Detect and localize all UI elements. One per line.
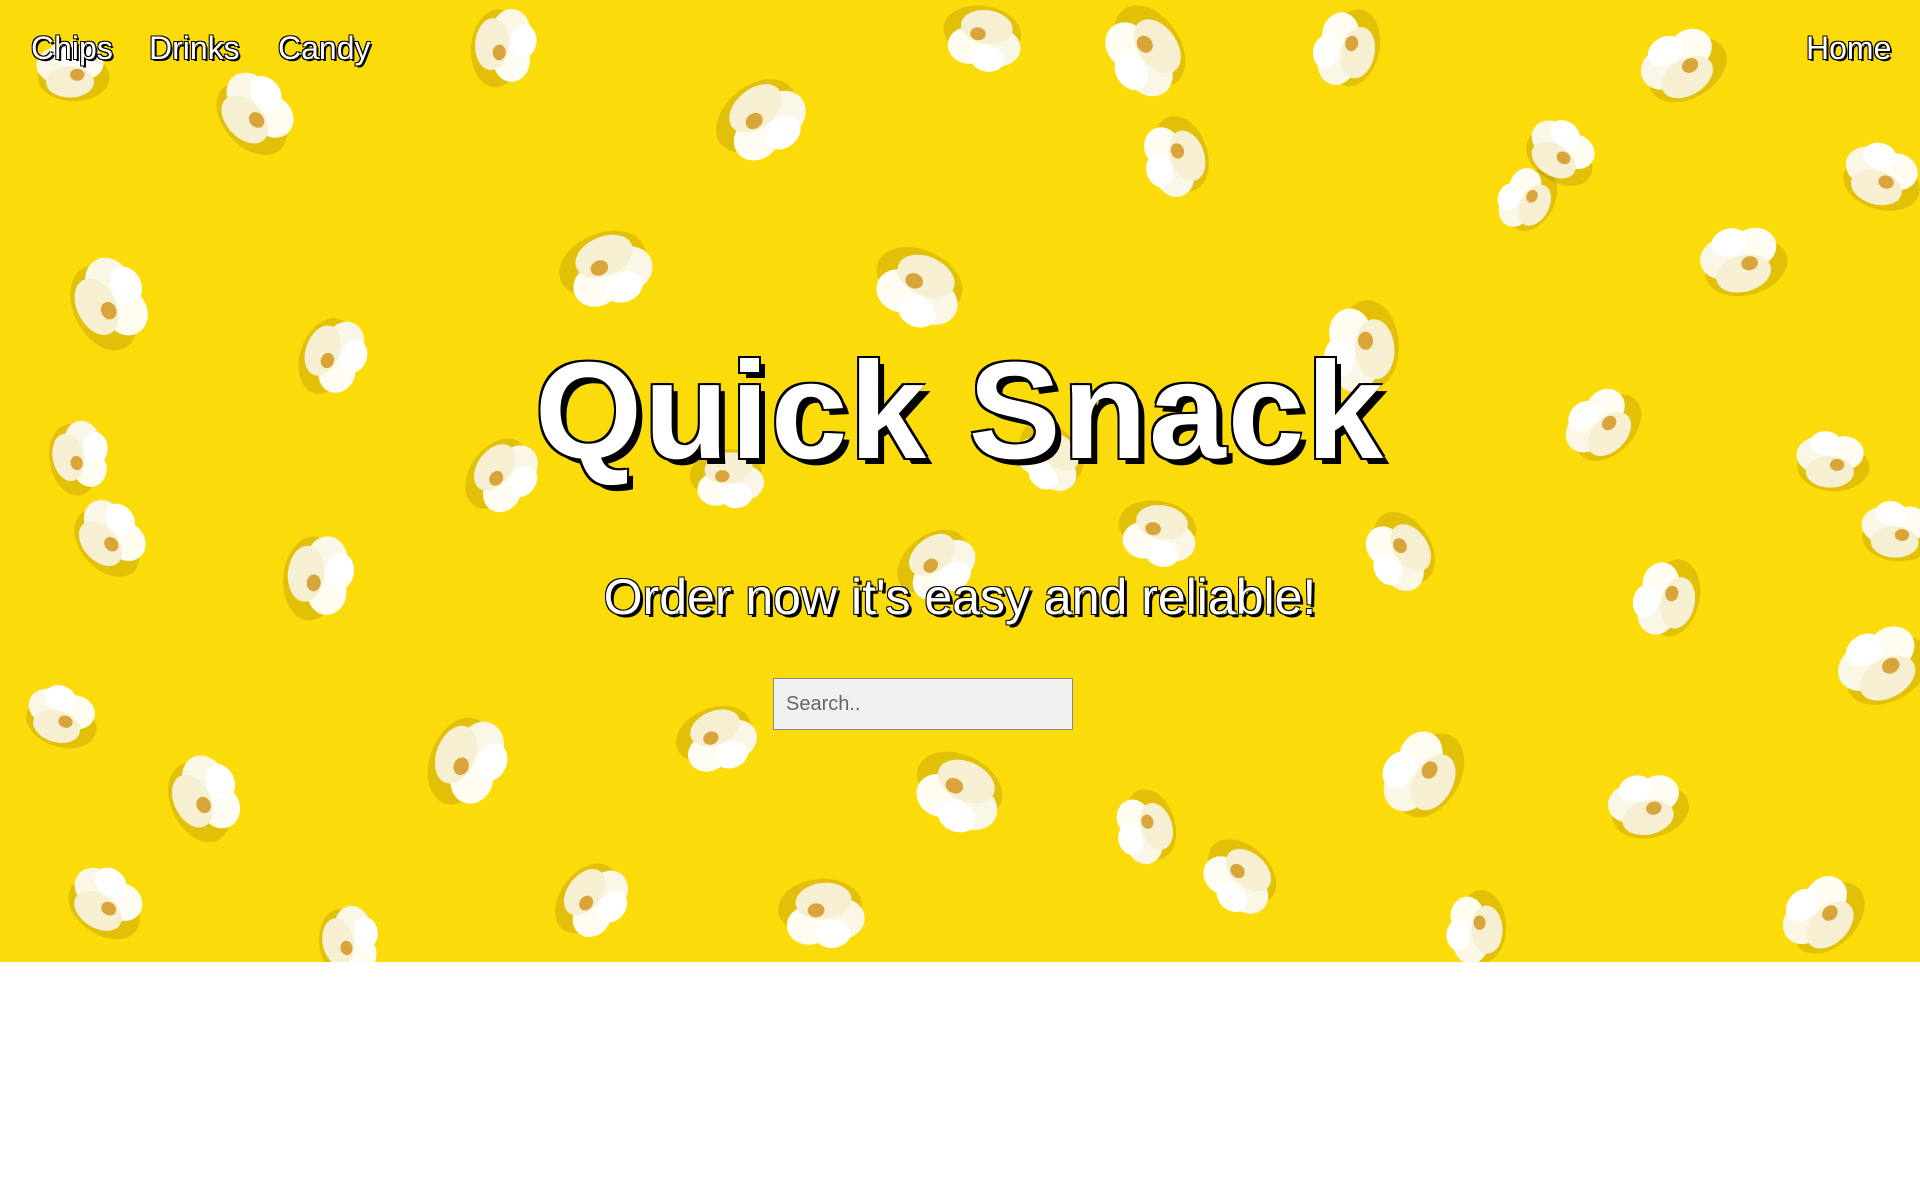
- page-title: Quick Snack: [534, 334, 1386, 488]
- page-content-area: [0, 962, 1920, 1200]
- popcorn-kernel: [1131, 108, 1219, 205]
- popcorn-kernel: [549, 217, 663, 323]
- popcorn-kernel: [1693, 215, 1795, 306]
- popcorn-kernel: [542, 850, 642, 954]
- popcorn-kernel: [1105, 782, 1186, 871]
- popcorn-kernel: [1112, 494, 1202, 572]
- popcorn-kernel: [18, 677, 107, 757]
- popcorn-kernel: [1368, 714, 1479, 831]
- nav-link-drinks[interactable]: Drinks: [149, 30, 240, 67]
- popcorn-kernel: [860, 234, 975, 340]
- popcorn-kernel: [1860, 500, 1920, 563]
- popcorn-kernel: [1444, 889, 1508, 962]
- nav-link-candy[interactable]: Candy: [278, 30, 371, 67]
- top-navigation: Chips Drinks Candy Home: [0, 0, 1920, 100]
- popcorn-kernel: [775, 874, 868, 954]
- popcorn-kernel: [313, 901, 386, 962]
- nav-link-home[interactable]: Home: [1806, 30, 1891, 67]
- hero-section: Chips Drinks Candy Home Quick Snack Orde…: [0, 0, 1920, 962]
- search-input[interactable]: [773, 678, 1073, 730]
- popcorn-kernel: [56, 854, 158, 952]
- page-subtitle: Order now it's easy and reliable!: [603, 569, 1317, 625]
- popcorn-kernel: [1768, 858, 1879, 962]
- popcorn-kernel: [1187, 826, 1290, 928]
- popcorn-kernel: [667, 695, 766, 785]
- popcorn-kernel: [1602, 764, 1695, 847]
- popcorn-kernel: [155, 745, 256, 853]
- nav-link-chips[interactable]: Chips: [31, 30, 113, 67]
- popcorn-kernel: [1835, 134, 1920, 220]
- popcorn-kernel: [899, 738, 1015, 846]
- popcorn-kernel: [415, 706, 519, 820]
